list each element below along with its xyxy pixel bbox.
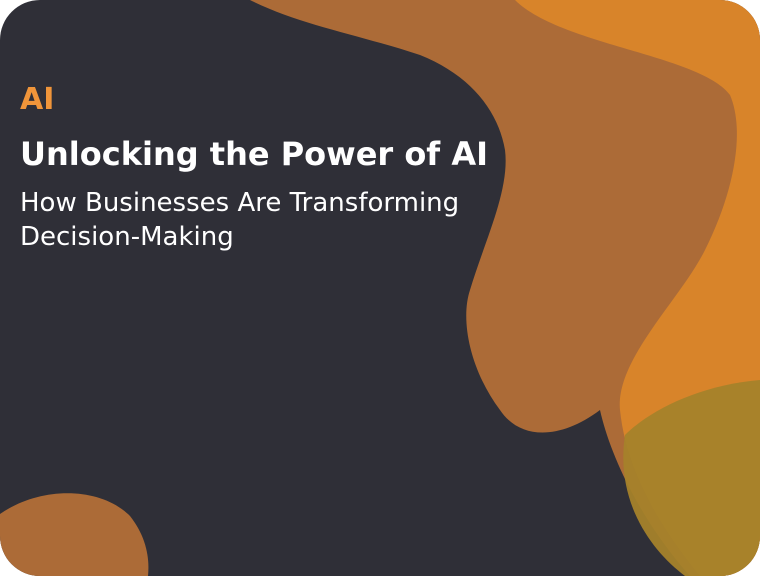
hero-card: AI Unlocking the Power of AI How Busines… (0, 0, 760, 576)
headline: Unlocking the Power of AI (20, 135, 489, 173)
text-block: AI Unlocking the Power of AI How Busines… (20, 80, 520, 254)
category-label: AI (20, 82, 55, 117)
subheadline: How Businesses Are Transforming Decision… (20, 188, 460, 252)
bottom-left-blob (0, 493, 149, 576)
